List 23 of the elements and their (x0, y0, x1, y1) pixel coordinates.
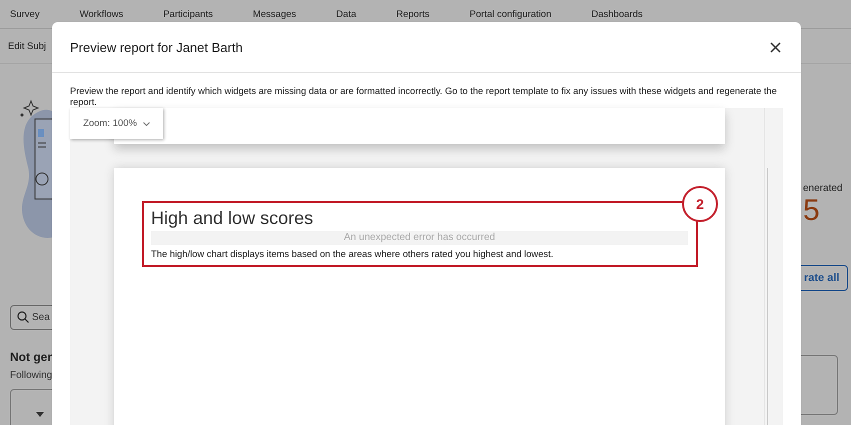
nav-tab[interactable]: Workflows (80, 8, 124, 20)
nav-tab[interactable]: Data (336, 8, 356, 20)
nav-tab[interactable]: Portal configuration (470, 8, 552, 20)
caret-icon (36, 412, 44, 416)
nav-tab[interactable]: Participants (163, 8, 213, 20)
widget-title: High and low scores (151, 207, 314, 229)
stat-count: 5 (803, 194, 820, 228)
zoom-dropdown[interactable]: Zoom: 100% (70, 108, 163, 139)
error-message: An unexpected error has occurred (151, 231, 688, 245)
breadcrumb-text: Edit Subj (8, 40, 46, 52)
chevron-down-icon (142, 122, 150, 126)
nav-tab[interactable]: Messages (252, 8, 296, 20)
dialog-title: Preview report for Janet Barth (70, 40, 243, 54)
search-icon (17, 311, 29, 323)
dialog-description: Preview the report and identify which widgets are missing data or are formatted incorrectly. Go to the report template to fix any issues with these widgets and regenerate the report. (69, 85, 778, 108)
number-badge: 2 (682, 186, 718, 222)
close-button[interactable] (768, 40, 783, 54)
nav-tab[interactable]: Dashboards (591, 8, 643, 20)
widget-description: The high/low chart displays items based on the areas where others rated you highest and lowest. (151, 248, 554, 259)
nav-tab[interactable]: Reports (396, 8, 430, 20)
section-subtext: Following (10, 370, 54, 381)
stat-label: enerated (803, 183, 842, 194)
nav-tab[interactable]: Survey (10, 8, 40, 20)
